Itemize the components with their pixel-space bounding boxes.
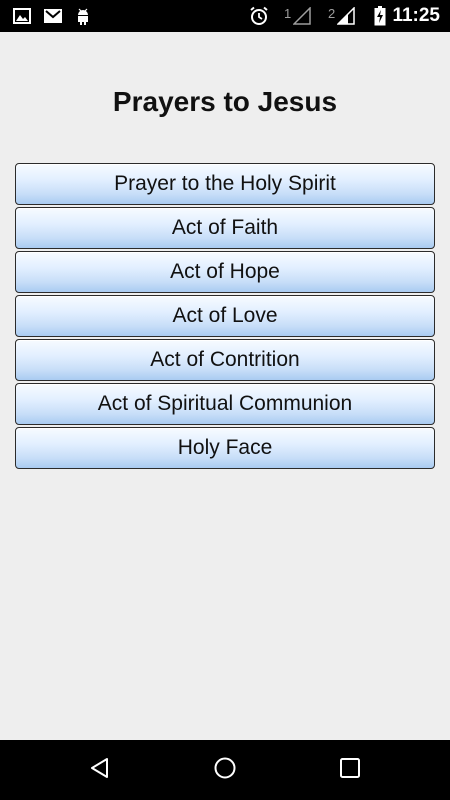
prayer-list: Prayer to the Holy Spirit Act of Faith A… bbox=[15, 163, 435, 471]
sim2-label: 2 bbox=[328, 6, 336, 21]
status-bar: 1 2 11:25 bbox=[0, 0, 450, 32]
prayer-button-act-of-faith[interactable]: Act of Faith bbox=[15, 207, 435, 249]
prayer-button-act-of-hope[interactable]: Act of Hope bbox=[15, 251, 435, 293]
prayer-button-act-of-love[interactable]: Act of Love bbox=[15, 295, 435, 337]
home-icon bbox=[213, 756, 237, 785]
prayer-button-holy-face[interactable]: Holy Face bbox=[15, 427, 435, 469]
signal-icon bbox=[292, 0, 312, 32]
sim1-label: 1 bbox=[284, 6, 292, 21]
image-icon bbox=[12, 0, 32, 32]
recents-icon bbox=[339, 757, 361, 784]
recents-button[interactable] bbox=[320, 740, 380, 800]
battery-icon bbox=[372, 0, 388, 32]
page-title: Prayers to Jesus bbox=[112, 86, 338, 117]
back-button[interactable] bbox=[70, 740, 130, 800]
alarm-icon bbox=[248, 0, 270, 32]
signal-icon bbox=[336, 0, 356, 32]
prayer-button-act-of-contrition[interactable]: Act of Contrition bbox=[15, 339, 435, 381]
home-button[interactable] bbox=[195, 740, 255, 800]
back-icon bbox=[88, 756, 112, 785]
android-icon bbox=[74, 0, 92, 32]
prayer-button-spiritual-communion[interactable]: Act of Spiritual Communion bbox=[15, 383, 435, 425]
gmail-icon bbox=[42, 0, 64, 32]
navigation-bar bbox=[0, 740, 450, 800]
prayer-button-holy-spirit[interactable]: Prayer to the Holy Spirit bbox=[15, 163, 435, 205]
status-time: 11:25 bbox=[392, 5, 440, 26]
